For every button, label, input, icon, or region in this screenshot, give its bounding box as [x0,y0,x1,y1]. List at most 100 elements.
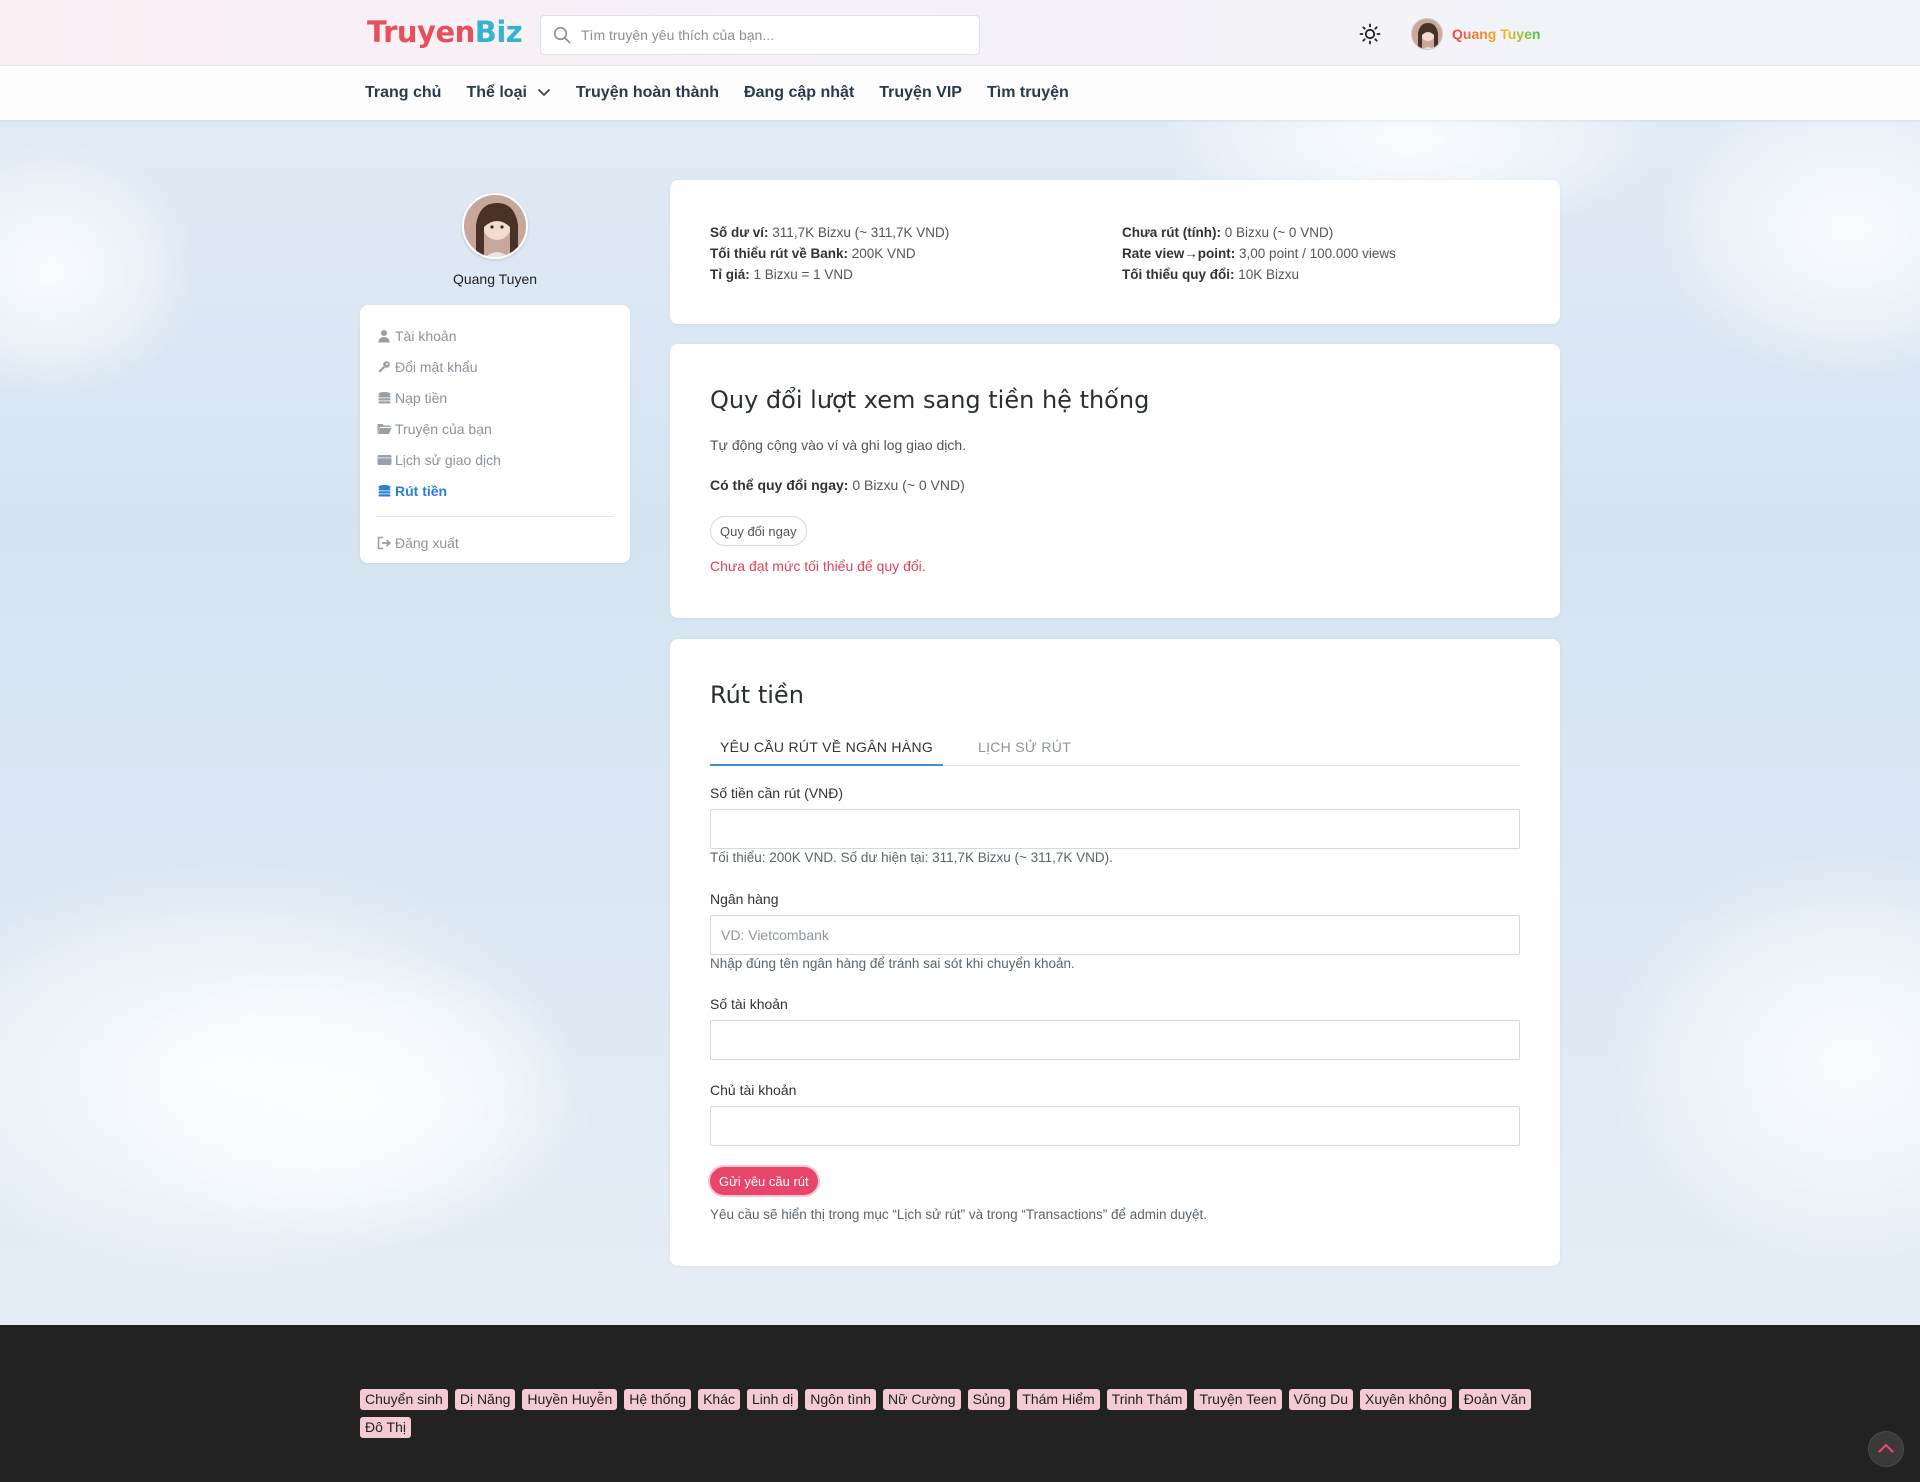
chevron-down-icon [537,84,551,102]
nav-search[interactable]: Tìm truyện [987,84,1069,102]
account-number-label: Số tài khoản [710,996,788,1012]
stat-wallet-balance: Số dư ví: 311,7K Bizxu (~ 311,7K VND) [710,225,950,240]
coins-icon [376,483,392,499]
user-menu[interactable]: Quang Tuyen [1411,18,1540,50]
genre-tag[interactable]: Huyền Huyễn [522,1389,618,1410]
convert-views-card: Quy đổi lượt xem sang tiền hệ thống Tự đ… [670,344,1560,618]
sidebar-divider [376,516,614,517]
genre-tag[interactable]: Sủng [967,1389,1011,1410]
wallet-icon [376,452,392,468]
search-icon [553,26,571,44]
nav-search-label: Tìm truyện [986,84,1069,101]
site-logo[interactable]: TruyenBiz [367,15,523,49]
back-to-top-button[interactable] [1868,1431,1904,1467]
balance-stats-left: Số dư ví: 311,7K Bizxu (~ 311,7K VND) Tố… [710,222,949,285]
genre-tag[interactable]: Truyện Teen [1194,1389,1282,1410]
nav-vip[interactable]: Truyện VIP [879,84,962,102]
balance-summary-card: Số dư ví: 311,7K Bizxu (~ 311,7K VND) Tố… [670,180,1560,324]
top-header: TruyenBiz Quang Tuyen [0,0,1920,66]
key-icon [376,359,392,375]
tab-bank-withdraw-request[interactable]: YÊU CẦU RÚT VỀ NGÂN HÀNG [710,736,944,766]
sidebar-item-label: Tài khoản [395,327,457,344]
sidebar-item-label: Truyện của bạn [395,420,492,437]
sidebar-item-label: Rút tiền [395,482,448,499]
submit-withdraw-button[interactable]: Gửi yêu cầu rút [710,1167,818,1195]
genre-tag[interactable]: Hệ thống [624,1389,692,1410]
convert-card-title: Quy đổi lượt xem sang tiền hệ thống [710,386,1150,414]
stat-min-convert: Tối thiểu quy đổi: 10K Bizxu [1122,267,1300,282]
stat-exchange-rate: Tỉ giá: 1 Bizxu = 1 VND [710,267,853,282]
amount-help: Tối thiểu: 200K VND. Số dư hiện tại: 311… [710,850,1113,865]
coins-icon [376,390,392,406]
sidebar-item-label: Lịch sử giao dịch [395,451,501,468]
genre-tag[interactable]: Linh dị [747,1389,799,1410]
sidebar-item-label: Nạp tiền [395,389,448,406]
account-holder-input[interactable] [710,1106,1520,1146]
convert-now-button[interactable]: Quy đổi ngay [710,516,807,546]
genre-tag[interactable]: Trinh Thám [1106,1389,1188,1410]
stat-view-rate: Rate view→point: 3,00 point / 100.000 vi… [1122,246,1396,261]
nav-vip-label: Truyện VIP [879,84,962,101]
amount-label: Số tiền cần rút (VNĐ) [710,785,844,801]
nav-updating[interactable]: Đang cập nhật [744,84,854,102]
genre-tag[interactable]: Chuyển sinh [360,1389,448,1410]
account-holder-label: Chủ tài khoản [710,1082,797,1098]
sidebar-item-label: Đăng xuất [395,534,459,551]
avatar [462,193,528,259]
genre-tag[interactable]: Ngôn tình [805,1389,876,1410]
genre-tag[interactable]: Khác [698,1389,740,1410]
genre-tag[interactable]: Đô Thị [360,1417,411,1438]
convert-available: Có thể quy đổi ngay: 0 Bizxu (~ 0 VND) [710,477,965,493]
genre-tags: Chuyển sinh Dị Năng Huyền Huyễn Hệ thống Khá… [360,1389,1580,1445]
nav-genres[interactable]: Thể loại [466,84,550,102]
search-box [540,15,980,55]
avatar [1411,18,1443,50]
stat-not-withdrawn: Chưa rút (tính): 0 Bizxu (~ 0 VND) [1122,225,1334,240]
account-sidebar-menu: Tài khoản Đổi mật khẩu Nạp tiền Truyện c… [360,305,630,563]
sidebar-item-logout[interactable]: Đăng xuất [376,527,630,558]
nav-completed[interactable]: Truyện hoàn thành [576,84,719,102]
sidebar-item-change-password[interactable]: Đổi mật khẩu [376,351,630,382]
logo-text-part2: Biz [474,15,523,49]
genre-tag[interactable]: Xuyên không [1360,1389,1452,1410]
withdraw-tabs: YÊU CẦU RÚT VỀ NGÂN HÀNG LỊCH SỬ RÚT [710,736,1520,766]
sidebar-item-withdraw[interactable]: Rút tiền [376,475,630,506]
bank-label: Ngân hàng [710,891,779,907]
genre-tag[interactable]: Võng Du [1288,1389,1354,1410]
convert-error-message: Chưa đạt mức tối thiểu để quy đổi. [710,558,926,574]
genre-tag[interactable]: Nữ Cường [882,1389,961,1410]
bank-help: Nhập đúng tên ngân hàng để tránh sai sót… [710,956,1075,971]
sidebar-item-account[interactable]: Tài khoản [376,320,630,351]
genre-tag[interactable]: Thám Hiểm [1017,1389,1100,1410]
logout-icon [376,535,392,551]
account-number-input[interactable] [710,1020,1520,1060]
search-input[interactable] [581,27,961,43]
amount-input[interactable] [710,809,1520,849]
nav-completed-label: Truyện hoàn thành [575,84,720,101]
withdraw-card-title: Rút tiền [710,681,804,709]
footer: Chuyển sinh Dị Năng Huyền Huyễn Hệ thống Khá… [0,1325,1920,1482]
sidebar-item-deposit[interactable]: Nạp tiền [376,382,630,413]
tab-withdraw-history[interactable]: LỊCH SỬ RÚT [968,736,1081,766]
folder-icon [376,421,392,437]
genre-tag[interactable]: Dị Năng [454,1389,516,1410]
nav-genres-label: Thể loại [466,84,527,101]
bank-input[interactable] [710,915,1520,955]
convert-card-description: Tự động cộng vào ví và ghi log giao dịch… [710,437,967,453]
nav-home-label: Trang chủ [365,84,442,101]
sidebar-item-transaction-history[interactable]: Lịch sử giao dịch [376,444,630,475]
main-nav: Trang chủ Thể loại Truyện hoàn thành Đan… [0,66,1920,120]
stat-min-withdraw: Tối thiểu rút về Bank: 200K VND [710,246,916,261]
balance-stats-right: Chưa rút (tính): 0 Bizxu (~ 0 VND) Rate … [1122,222,1396,285]
nav-home[interactable]: Trang chủ [365,84,441,102]
profile-name: Quang Tuyen [452,271,538,287]
sidebar-item-label: Đổi mật khẩu [395,358,478,375]
withdraw-note: Yêu cầu sẽ hiển thị trong mục “Lịch sử r… [710,1207,1208,1222]
theme-toggle-sun-icon[interactable] [1358,22,1382,46]
chevron-up-icon [1878,1440,1894,1458]
profile-summary: Quang Tuyen [360,193,630,287]
user-name: Quang Tuyen [1452,26,1541,42]
sidebar-item-your-stories[interactable]: Truyện của bạn [376,413,630,444]
genre-tag[interactable]: Đoản Văn [1458,1389,1532,1410]
withdraw-card: Rút tiền YÊU CẦU RÚT VỀ NGÂN HÀNG LỊCH S… [670,639,1560,1266]
